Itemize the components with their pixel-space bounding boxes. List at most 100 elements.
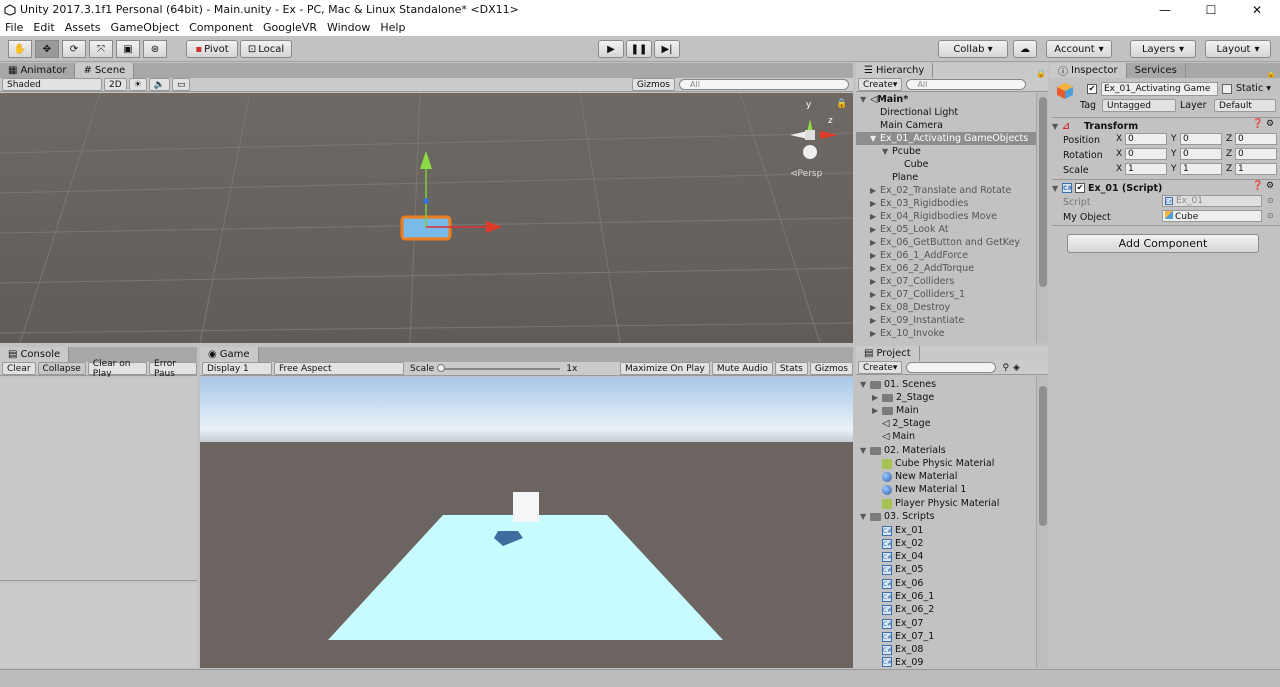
- folder-item[interactable]: ▼ 02. Materials: [860, 444, 946, 457]
- maximize-button[interactable]: ☐: [1188, 0, 1234, 19]
- rotation-x-field[interactable]: 0: [1125, 148, 1167, 160]
- folder-item[interactable]: ▶ 2_Stage: [872, 391, 934, 404]
- pause-button[interactable]: ❚❚: [626, 40, 652, 58]
- menu-edit[interactable]: Edit: [28, 21, 59, 34]
- list-item[interactable]: ▼ Pcube: [882, 145, 921, 158]
- list-item[interactable]: ▶ Ex_07_Colliders_1: [870, 288, 965, 301]
- script-item[interactable]: C# Ex_01: [882, 524, 923, 537]
- transform-header[interactable]: ▼ ⊿ Transform: [1052, 119, 1138, 133]
- list-item[interactable]: ▶ Ex_06_2_AddTorque: [870, 262, 974, 275]
- layout-dropdown[interactable]: Layout ▾: [1205, 40, 1271, 58]
- component-enabled-checkbox[interactable]: ✔: [1075, 183, 1085, 193]
- hierarchy-search-input[interactable]: All: [906, 79, 1027, 90]
- menu-assets[interactable]: Assets: [60, 21, 106, 34]
- list-item[interactable]: Plane: [892, 171, 918, 184]
- rotation-y-field[interactable]: 0: [1180, 148, 1222, 160]
- tab-services[interactable]: Services: [1127, 63, 1186, 78]
- stats-button[interactable]: Stats: [774, 362, 808, 375]
- pivot-button[interactable]: ▪ Pivot: [186, 40, 238, 58]
- console-error-pause-button[interactable]: Error Paus: [149, 359, 197, 379]
- material-item[interactable]: New Material 1: [882, 483, 966, 496]
- list-item[interactable]: Cube: [904, 158, 929, 171]
- display-dropdown[interactable]: Display 1: [202, 362, 272, 375]
- menu-window[interactable]: Window: [322, 21, 375, 34]
- hierarchy-create-dropdown[interactable]: Create ▾: [858, 78, 903, 91]
- menu-file[interactable]: File: [0, 21, 28, 34]
- console-clear-on-play-button[interactable]: Clear on Play: [87, 359, 148, 379]
- position-z-field[interactable]: 0: [1235, 133, 1277, 145]
- list-item[interactable]: ▶ Ex_05_Look At: [870, 223, 949, 236]
- tag-dropdown[interactable]: Untagged: [1102, 99, 1176, 112]
- tab-console[interactable]: ▤ Console: [0, 347, 70, 362]
- position-y-field[interactable]: 0: [1180, 133, 1222, 145]
- scene-asset-item[interactable]: ◁ 2_Stage: [882, 417, 931, 430]
- list-item[interactable]: Directional Light: [880, 106, 958, 119]
- list-item[interactable]: ▶ Ex_06_GetButton and GetKey: [870, 236, 1020, 249]
- scene-view[interactable]: y z ⊲Persp 🔒: [0, 93, 853, 343]
- console-detail-area[interactable]: [0, 583, 197, 668]
- lock-icon[interactable]: 🔒: [1266, 69, 1276, 78]
- lock-icon[interactable]: 🔒: [836, 99, 847, 109]
- transform-tool-button[interactable]: ⊛: [143, 40, 167, 58]
- scene-root-item[interactable]: ▼ ◁ Main*: [860, 93, 908, 106]
- local-button[interactable]: ⊡ Local: [240, 40, 292, 58]
- lighting-toggle[interactable]: ☀: [128, 78, 147, 91]
- console-clear-button[interactable]: Clear: [2, 362, 36, 375]
- tab-scene[interactable]: # Scene: [75, 63, 135, 78]
- add-component-button[interactable]: Add Component: [1067, 234, 1259, 253]
- script-item[interactable]: C# Ex_08: [882, 643, 923, 656]
- 2d-toggle[interactable]: 2D: [104, 78, 127, 91]
- scale-slider-handle[interactable]: [437, 363, 446, 372]
- script-item[interactable]: C# Ex_07_1: [882, 630, 934, 643]
- menu-help[interactable]: Help: [375, 21, 410, 34]
- object-picker-icon[interactable]: ⊙: [1267, 211, 1274, 220]
- rotate-tool-button[interactable]: ⟳: [62, 40, 86, 58]
- scene-asset-item[interactable]: ◁ Main: [882, 430, 915, 443]
- scale-y-field[interactable]: 1: [1180, 163, 1222, 175]
- tab-hierarchy[interactable]: ☰ Hierarchy: [856, 63, 934, 78]
- folder-item[interactable]: ▶ Main: [872, 404, 919, 417]
- projection-label[interactable]: ⊲Persp: [790, 169, 822, 179]
- tab-inspector[interactable]: ⓘ Inspector: [1050, 63, 1127, 78]
- layer-dropdown[interactable]: Default: [1214, 99, 1276, 112]
- script-item[interactable]: C# Ex_07: [882, 617, 923, 630]
- folder-item[interactable]: ▼ 03. Scripts: [860, 510, 935, 523]
- filter-icon[interactable]: ⚲: [1002, 363, 1009, 373]
- list-item[interactable]: ▶ Ex_07_Colliders: [870, 275, 954, 288]
- rect-tool-button[interactable]: ▣: [116, 40, 140, 58]
- gear-icon[interactable]: ⚙: [1266, 181, 1274, 191]
- lock-icon[interactable]: 🔒: [1036, 69, 1046, 78]
- project-scrollbar[interactable]: [1036, 376, 1048, 668]
- active-checkbox[interactable]: ✔: [1087, 84, 1097, 94]
- console-collapse-button[interactable]: Collapse: [37, 362, 86, 375]
- material-item[interactable]: New Material: [882, 470, 957, 483]
- menu-googlevr[interactable]: GoogleVR: [258, 21, 322, 34]
- script-item[interactable]: C# Ex_09: [882, 656, 923, 668]
- game-gizmos-button[interactable]: Gizmos: [809, 362, 853, 375]
- script-item[interactable]: C# Ex_06: [882, 577, 923, 590]
- play-button[interactable]: ▶: [598, 40, 624, 58]
- tab-animator[interactable]: ▦ Animator: [0, 63, 76, 78]
- step-button[interactable]: ▶|: [654, 40, 680, 58]
- menu-gameobject[interactable]: GameObject: [106, 21, 185, 34]
- list-item-selected[interactable]: ▼ Ex_01_Activating GameObjects: [856, 132, 1036, 145]
- list-item[interactable]: ▶ Ex_09_Instantiate: [870, 314, 964, 327]
- audio-toggle[interactable]: 🔈: [148, 78, 170, 91]
- list-item[interactable]: Main Camera: [880, 119, 943, 132]
- scale-slider[interactable]: [437, 363, 561, 372]
- scale-tool-button[interactable]: ⤧: [89, 40, 113, 58]
- game-view[interactable]: [200, 377, 853, 668]
- object-picker-icon[interactable]: ⊙: [1267, 196, 1274, 205]
- aspect-dropdown[interactable]: Free Aspect: [274, 362, 404, 375]
- static-checkbox[interactable]: [1222, 84, 1232, 94]
- scale-x-field[interactable]: 1: [1125, 163, 1167, 175]
- help-icon[interactable]: ❓: [1252, 119, 1263, 129]
- list-item[interactable]: ▶ Ex_06_1_AddForce: [870, 249, 968, 262]
- material-item[interactable]: Cube Physic Material: [882, 457, 994, 470]
- list-item[interactable]: ▶ Ex_04_Rigidbodies Move: [870, 210, 997, 223]
- hierarchy-scrollbar[interactable]: [1036, 93, 1048, 343]
- script-item[interactable]: C# Ex_06_2: [882, 603, 934, 616]
- scale-z-field[interactable]: 1: [1235, 163, 1277, 175]
- hand-tool-button[interactable]: ✋: [8, 40, 32, 58]
- close-button[interactable]: ✕: [1234, 0, 1280, 19]
